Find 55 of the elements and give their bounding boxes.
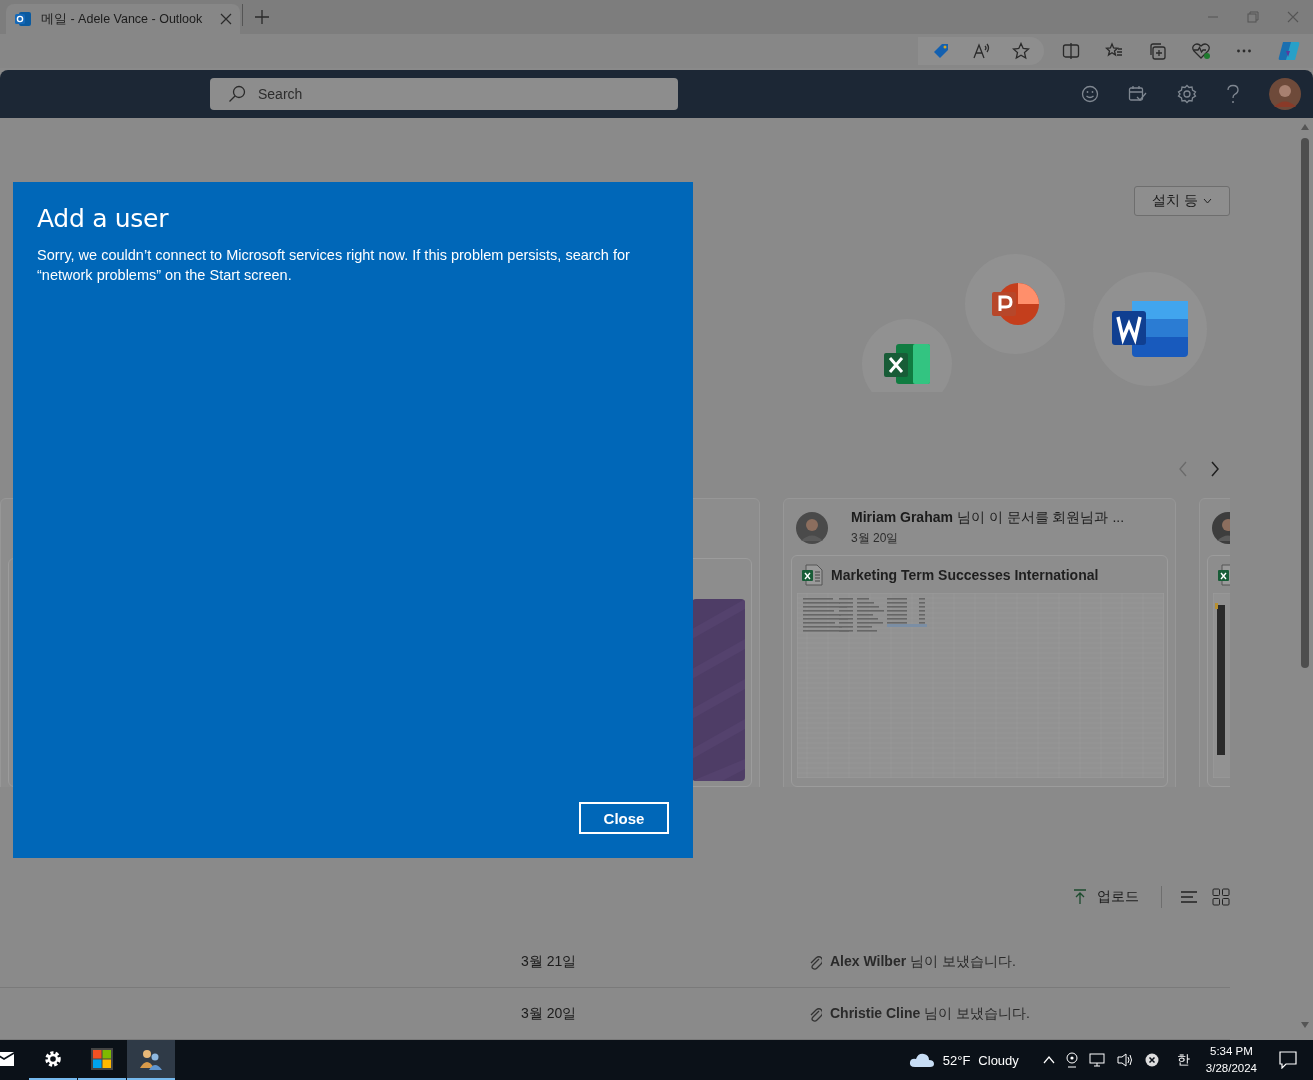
chevron-up-icon[interactable] bbox=[1042, 1056, 1055, 1064]
smiley-icon[interactable] bbox=[1081, 85, 1099, 103]
volume-icon[interactable] bbox=[1116, 1052, 1135, 1068]
attachment-icon bbox=[808, 953, 822, 970]
attachment-icon bbox=[808, 1005, 822, 1022]
share-message: Miriam Graham 님이 이 문서를 회원님과 ... bbox=[851, 509, 1125, 528]
collections-icon[interactable] bbox=[1148, 42, 1166, 60]
search-field[interactable]: Search bbox=[210, 78, 678, 110]
chevron-right-icon[interactable] bbox=[1210, 461, 1220, 478]
file-name: Marketing Term Successes International bbox=[831, 566, 1099, 583]
chevron-down-icon bbox=[1202, 198, 1212, 205]
close-button[interactable]: Close bbox=[579, 802, 669, 834]
heart-pulse-icon[interactable] bbox=[1191, 42, 1211, 60]
list-view-icon[interactable] bbox=[1180, 890, 1198, 905]
network-icon[interactable] bbox=[1088, 1052, 1107, 1068]
close-icon[interactable] bbox=[220, 13, 232, 25]
notification-icon[interactable] bbox=[1279, 1051, 1297, 1069]
help-icon[interactable] bbox=[1226, 84, 1240, 104]
mail-icon[interactable] bbox=[0, 1051, 14, 1067]
error-icon[interactable] bbox=[1144, 1053, 1159, 1067]
people-icon[interactable] bbox=[139, 1048, 163, 1070]
dialog-message: Sorry, we couldn’t connect to Microsoft services right now. If this problem persists, search for “network problems” on the Start screen. bbox=[37, 246, 631, 285]
scrollbar-thumb[interactable] bbox=[1300, 138, 1309, 668]
settings-icon[interactable] bbox=[43, 1049, 63, 1069]
outlook-icon bbox=[14, 10, 32, 28]
browser-tab[interactable]: 메일 - Adele Vance - Outlook bbox=[6, 4, 240, 34]
upload-icon bbox=[1073, 889, 1087, 906]
file-date: 3월 21일 bbox=[521, 952, 578, 971]
cloud-icon bbox=[908, 1052, 935, 1068]
clock[interactable]: 5:34 PM 3/28/2024 bbox=[1205, 1043, 1257, 1077]
file-sender: Alex Wilber 님이 보냈습니다. bbox=[830, 952, 1016, 971]
excel-file-icon bbox=[801, 563, 823, 586]
file-date: 3월 20일 bbox=[521, 1004, 578, 1023]
dialog-title: Add a user bbox=[37, 204, 170, 233]
tab-title: 메일 - Adele Vance - Outlook bbox=[41, 10, 204, 28]
avatar-icon[interactable] bbox=[1269, 78, 1301, 110]
favorite-star-icon[interactable] bbox=[1012, 42, 1030, 60]
weather-condition: Cloudy bbox=[978, 1052, 1019, 1068]
install-button[interactable]: 설치 등 bbox=[1134, 186, 1230, 217]
taskbar-app-button[interactable] bbox=[127, 1040, 175, 1080]
input-method-indicator[interactable]: 한 bbox=[1176, 1051, 1190, 1069]
new-tab-icon[interactable] bbox=[255, 10, 269, 24]
read-aloud-icon[interactable] bbox=[972, 42, 990, 60]
calendar-check-icon[interactable] bbox=[1128, 85, 1148, 103]
avatar-icon bbox=[796, 512, 828, 545]
temperature: 52°F bbox=[942, 1052, 971, 1068]
upload-button[interactable]: 업로드 bbox=[1069, 888, 1143, 907]
search-icon bbox=[228, 85, 246, 103]
share-date: 3월 20일 bbox=[851, 530, 900, 548]
grid-view-icon[interactable] bbox=[1212, 888, 1230, 907]
file-sender: Christie Cline 님이 보냈습니다. bbox=[830, 1004, 1030, 1023]
document-card[interactable]: Miriam Graham 님이 이 문서를 회원님과 ... 3월 20일 Marketing Term Successes International bbox=[783, 497, 1176, 787]
store-icon[interactable] bbox=[91, 1048, 113, 1070]
split-screen-icon[interactable] bbox=[1062, 42, 1080, 60]
camera-icon[interactable] bbox=[1064, 1052, 1079, 1068]
